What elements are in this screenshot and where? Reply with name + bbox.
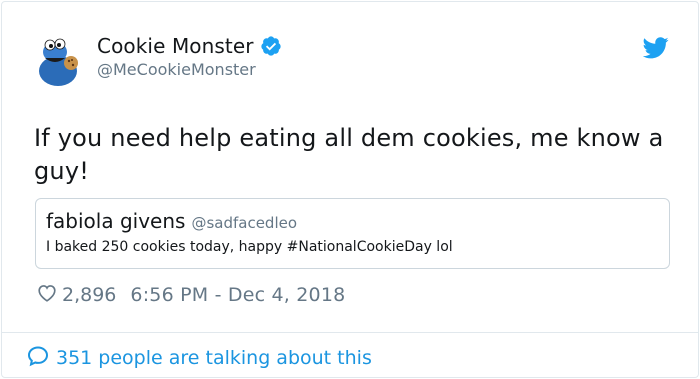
quoted-author-handle: @sadfacedleo (191, 214, 298, 232)
heart-icon[interactable] (36, 282, 58, 308)
quoted-tweet-header: fabiola givens @sadfacedleo (46, 209, 297, 233)
author-display-name[interactable]: Cookie Monster (97, 34, 254, 58)
like-count[interactable]: 2,896 (62, 284, 116, 306)
speech-bubble-icon (26, 344, 50, 372)
avatar[interactable] (33, 33, 87, 87)
tweet-meta: 2,896 6:56 PM - Dec 4, 2018 (36, 282, 345, 308)
twitter-bird-icon[interactable] (642, 37, 669, 59)
quoted-tweet-text: I baked 250 cookies today, happy #Nation… (46, 239, 453, 255)
author-handle[interactable]: @MeCookieMonster (97, 60, 256, 79)
tweet-timestamp[interactable]: 6:56 PM - Dec 4, 2018 (130, 284, 345, 306)
author-name-row[interactable]: Cookie Monster (97, 34, 282, 58)
quoted-author-name: fabiola givens (46, 209, 186, 233)
verified-badge-icon (260, 35, 282, 57)
quoted-tweet[interactable]: fabiola givens @sadfacedleo I baked 250 … (35, 198, 670, 269)
talking-about-label[interactable]: 351 people are talking about this (56, 347, 372, 369)
footer-divider (2, 332, 698, 333)
tweet-card: Cookie Monster @MeCookieMonster If you n… (1, 1, 699, 378)
conversation-link[interactable]: 351 people are talking about this (26, 344, 372, 372)
cookie-monster-avatar-icon (33, 33, 87, 87)
tweet-text: If you need help eating all dem cookies,… (34, 124, 664, 185)
